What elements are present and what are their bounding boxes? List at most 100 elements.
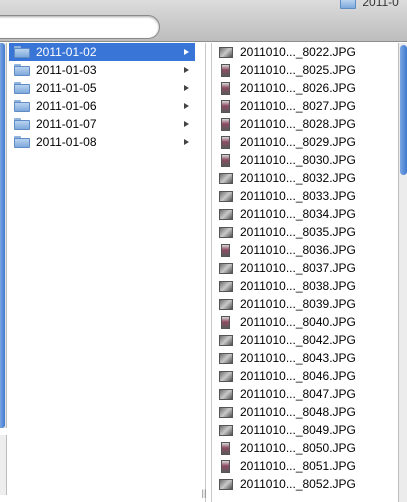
folder-icon <box>14 46 30 58</box>
file-name: 2011010..._8040.JPG <box>240 315 356 329</box>
image-thumbnail-icon <box>221 135 230 149</box>
folder-icon <box>14 82 30 94</box>
file-name: 2011010..._8042.JPG <box>240 333 356 347</box>
file-row[interactable]: 2011010..._8037.JPG <box>213 259 397 277</box>
file-row[interactable]: 2011010..._8051.JPG <box>213 457 397 475</box>
file-row[interactable]: 2011010..._8050.JPG <box>213 439 397 457</box>
file-row[interactable]: 2011010..._8022.JPG <box>213 43 397 61</box>
image-thumbnail-icon <box>221 99 230 113</box>
file-name: 2011010..._8036.JPG <box>240 243 356 257</box>
left-scrollbar[interactable] <box>0 43 7 428</box>
file-name: 2011010..._8029.JPG <box>240 135 356 149</box>
file-row[interactable]: 2011010..._8047.JPG <box>213 385 397 403</box>
folder-row[interactable]: 2011-01-08 <box>9 133 195 151</box>
image-thumbnail-icon <box>219 388 233 400</box>
column-divider[interactable] <box>205 43 206 502</box>
image-thumbnail-icon <box>219 424 233 436</box>
column-resize-handle[interactable]: || <box>200 489 208 498</box>
image-thumbnail-icon <box>221 315 230 329</box>
image-thumbnail-icon <box>221 441 230 455</box>
file-name: 2011010..._8039.JPG <box>240 297 356 311</box>
file-row[interactable]: 2011010..._8036.JPG <box>213 241 397 259</box>
folder-label: 2011-01-06 <box>36 99 97 113</box>
disclosure-arrow-icon <box>184 49 189 55</box>
folder-icon <box>14 136 30 148</box>
file-name: 2011010..._8022.JPG <box>240 45 356 59</box>
file-row[interactable]: 2011010..._8046.JPG <box>213 367 397 385</box>
image-thumbnail-icon <box>219 262 233 274</box>
file-name: 2011010..._8038.JPG <box>240 279 356 293</box>
file-row[interactable]: 2011010..._8042.JPG <box>213 331 397 349</box>
image-thumbnail-icon <box>219 208 233 220</box>
folder-row[interactable]: 2011-01-07 <box>9 115 195 133</box>
left-scroll-track[interactable] <box>0 435 7 495</box>
file-row[interactable]: 2011010..._8049.JPG <box>213 421 397 439</box>
file-name: 2011010..._8032.JPG <box>240 171 356 185</box>
file-row[interactable]: 2011010..._8025.JPG <box>213 61 397 79</box>
breadcrumb-label: 2011-0 <box>362 0 399 9</box>
folder-icon <box>14 64 30 76</box>
image-thumbnail-icon <box>221 117 230 131</box>
file-name: 2011010..._8033.JPG <box>240 189 356 203</box>
file-row[interactable]: 2011010..._8038.JPG <box>213 277 397 295</box>
file-name: 2011010..._8051.JPG <box>240 459 356 473</box>
folder-row[interactable]: 2011-01-05 <box>9 79 195 97</box>
file-column: 2011010..._8022.JPG 2011010..._8025.JPG 20… <box>213 43 397 502</box>
file-row[interactable]: 2011010..._8027.JPG <box>213 97 397 115</box>
disclosure-arrow-icon <box>184 121 189 127</box>
file-name: 2011010..._8030.JPG <box>240 153 356 167</box>
image-thumbnail-icon <box>219 334 233 346</box>
file-name: 2011010..._8035.JPG <box>240 225 356 239</box>
left-scroll-knob[interactable] <box>0 43 5 428</box>
file-row[interactable]: 2011010..._8040.JPG <box>213 313 397 331</box>
file-row[interactable]: 2011010..._8035.JPG <box>213 223 397 241</box>
image-thumbnail-icon <box>219 352 233 364</box>
file-row[interactable]: 2011010..._8030.JPG <box>213 151 397 169</box>
file-name: 2011010..._8025.JPG <box>240 63 356 77</box>
image-thumbnail-icon <box>221 63 230 77</box>
file-row[interactable]: 2011010..._8028.JPG <box>213 115 397 133</box>
folder-label: 2011-01-02 <box>36 45 97 59</box>
file-row[interactable]: 2011010..._8043.JPG <box>213 349 397 367</box>
file-row[interactable]: 2011010..._8052.JPG <box>213 475 397 493</box>
breadcrumb[interactable]: 2011-0 <box>340 0 399 9</box>
file-row[interactable]: 2011010..._8032.JPG <box>213 169 397 187</box>
folder-row[interactable]: 2011-01-03 <box>9 61 195 79</box>
column-browser: 2011-01-02 2011-01-03 2011-01-05 2011-01-06… <box>0 43 407 502</box>
folder-icon <box>340 0 356 9</box>
right-scrollbar[interactable] <box>398 43 407 502</box>
image-thumbnail-icon <box>219 478 233 490</box>
file-row[interactable]: 2011010..._8039.JPG <box>213 295 397 313</box>
folder-row[interactable]: 2011-01-06 <box>9 97 195 115</box>
folder-label: 2011-01-05 <box>36 81 97 95</box>
image-thumbnail-icon <box>219 370 233 382</box>
file-name: 2011010..._8037.JPG <box>240 261 356 275</box>
folder-label: 2011-01-08 <box>36 135 97 149</box>
file-name: 2011010..._8048.JPG <box>240 405 356 419</box>
finder-toolbar: 2011-0 <box>0 0 407 42</box>
image-thumbnail-icon <box>219 298 233 310</box>
file-name: 2011010..._8050.JPG <box>240 441 356 455</box>
file-name: 2011010..._8052.JPG <box>240 477 356 491</box>
right-scroll-knob[interactable] <box>400 45 407 175</box>
folder-icon <box>14 100 30 112</box>
image-thumbnail-icon <box>219 190 233 202</box>
image-thumbnail-icon <box>219 46 233 58</box>
folder-label: 2011-01-03 <box>36 63 97 77</box>
file-row[interactable]: 2011010..._8034.JPG <box>213 205 397 223</box>
disclosure-arrow-icon <box>184 103 189 109</box>
search-field[interactable] <box>0 15 160 39</box>
file-row[interactable]: 2011010..._8048.JPG <box>213 403 397 421</box>
file-name: 2011010..._8046.JPG <box>240 369 356 383</box>
image-thumbnail-icon <box>221 243 230 257</box>
image-thumbnail-icon <box>219 280 233 292</box>
file-row[interactable]: 2011010..._8029.JPG <box>213 133 397 151</box>
folder-row[interactable]: 2011-01-02 <box>9 43 195 61</box>
column-divider[interactable] <box>211 43 212 502</box>
folder-column: 2011-01-02 2011-01-03 2011-01-05 2011-01-06… <box>9 43 195 502</box>
file-row[interactable]: 2011010..._8033.JPG <box>213 187 397 205</box>
file-name: 2011010..._8049.JPG <box>240 423 356 437</box>
file-name: 2011010..._8026.JPG <box>240 81 356 95</box>
image-thumbnail-icon <box>219 406 233 418</box>
file-row[interactable]: 2011010..._8026.JPG <box>213 79 397 97</box>
